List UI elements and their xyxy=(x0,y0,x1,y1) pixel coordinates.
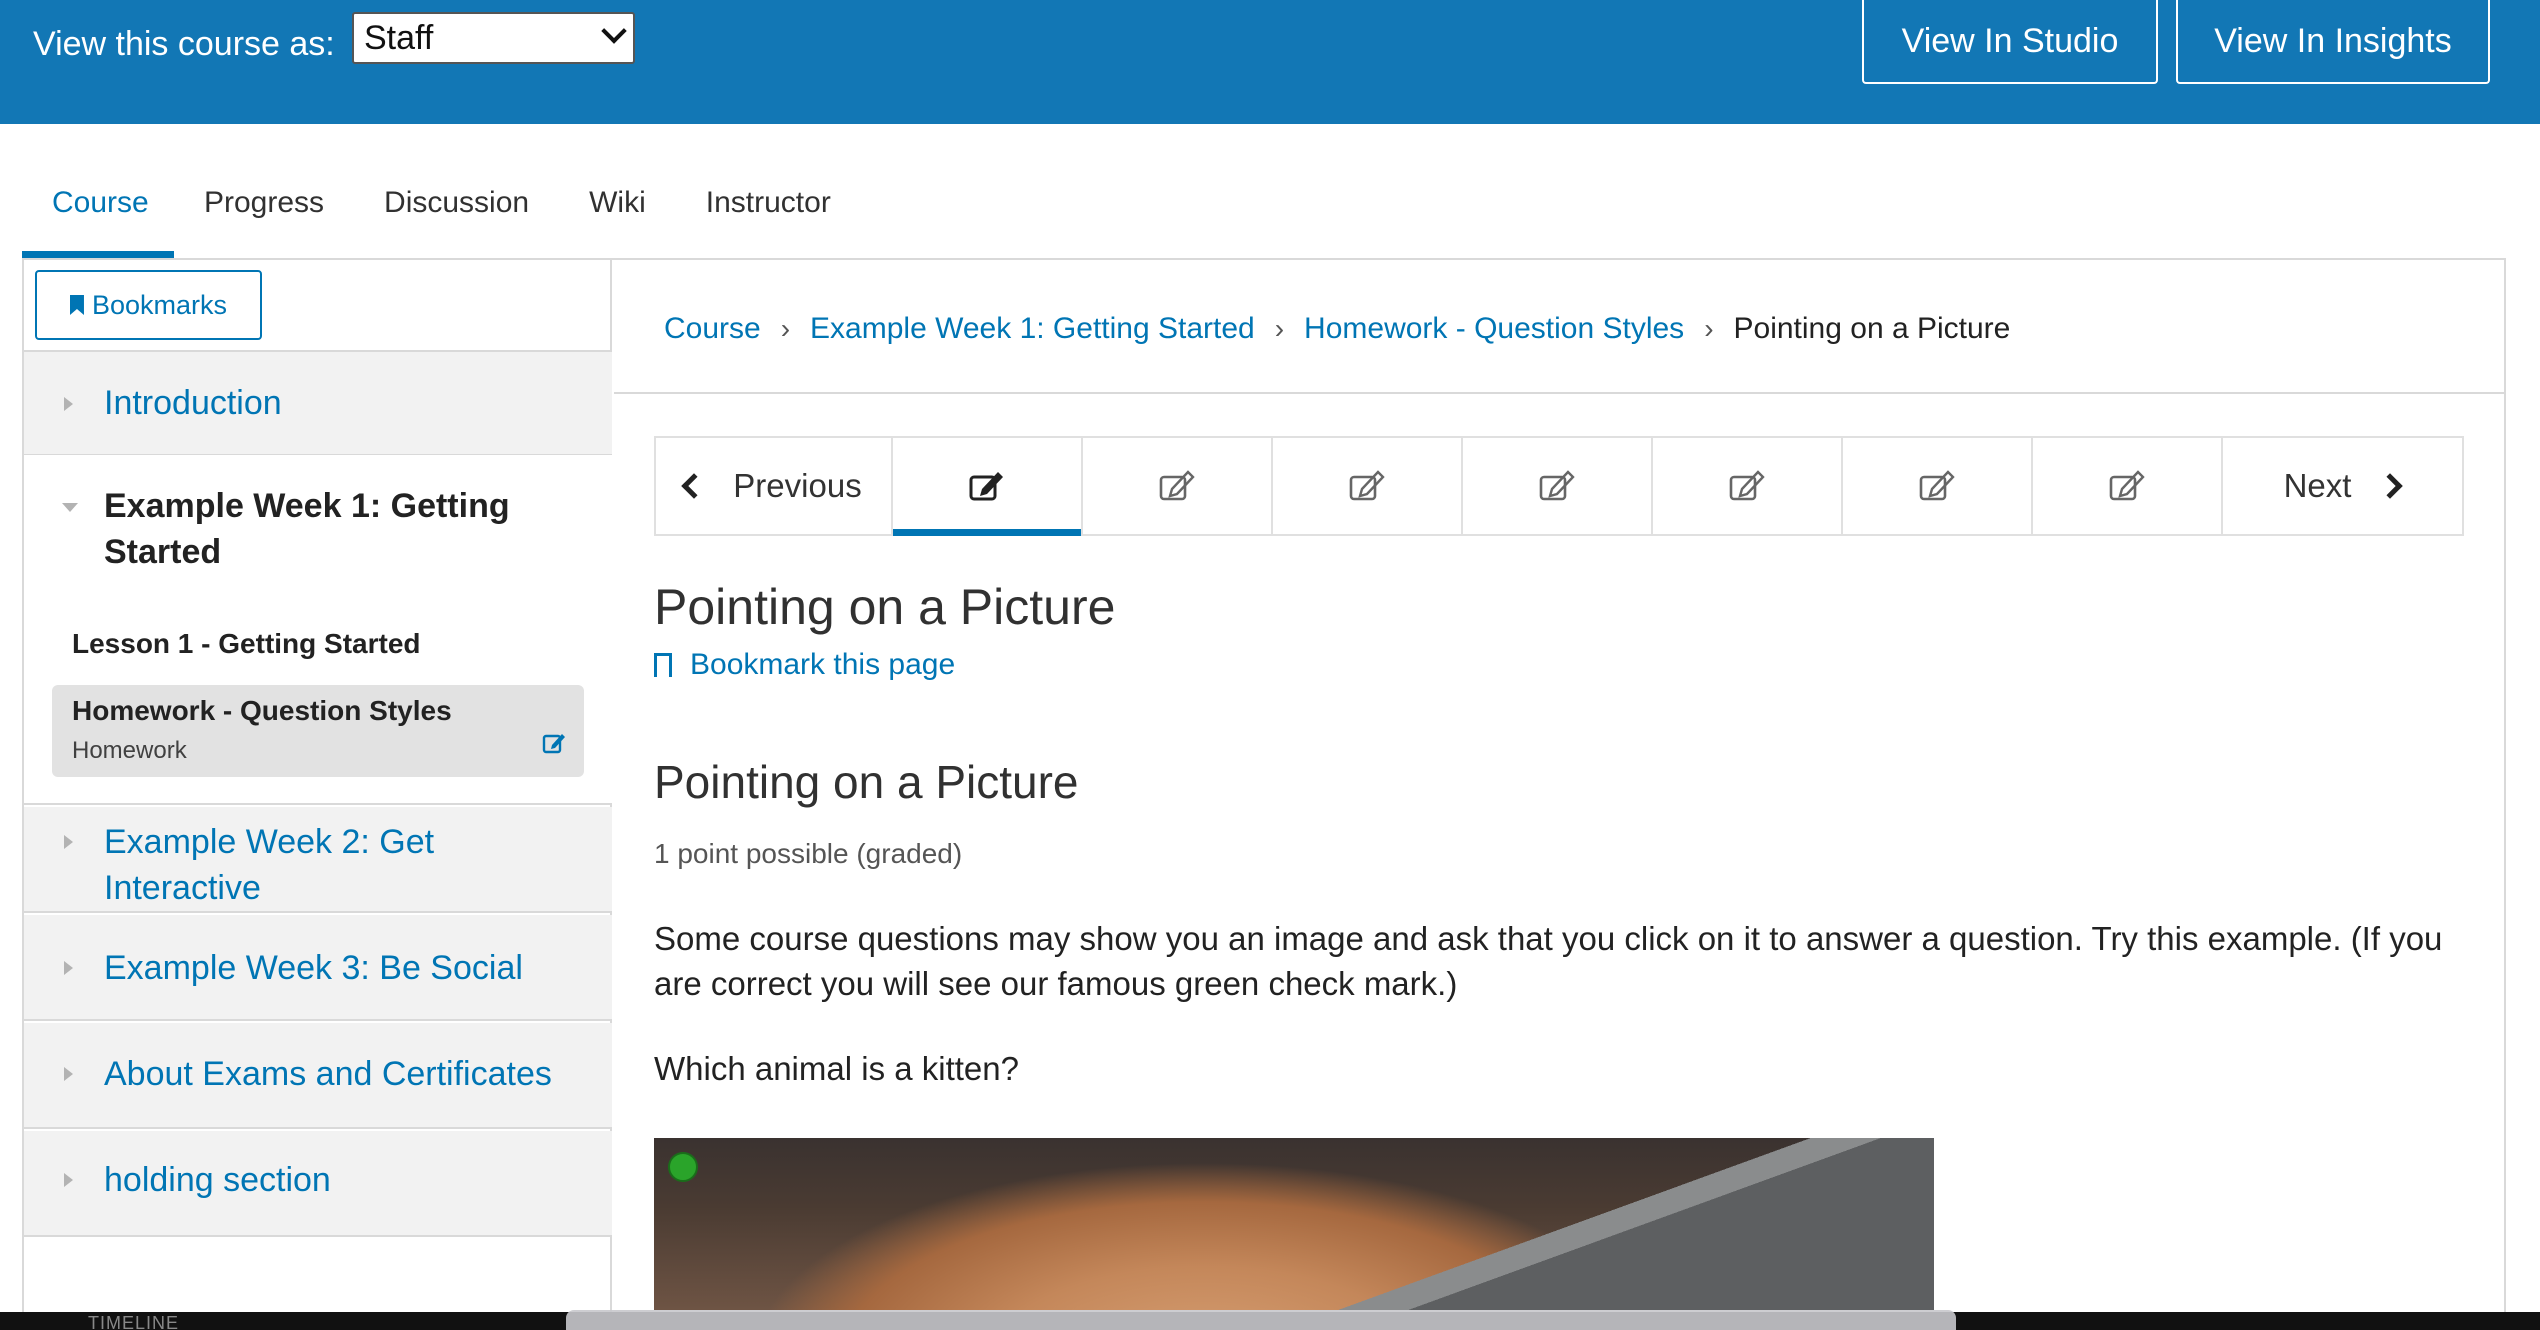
breadcrumb-current: Pointing on a Picture xyxy=(1733,312,2011,345)
sidebar-section-label: Introduction xyxy=(104,384,282,422)
edit-icon xyxy=(2109,470,2145,501)
subsection-name: Homework - Question Styles xyxy=(72,695,452,726)
bookmark-page-label: Bookmark this page xyxy=(690,648,956,681)
chevron-down-icon xyxy=(601,18,627,44)
breadcrumb-section[interactable]: Example Week 1: Getting Started xyxy=(810,312,1255,346)
caret-right-icon xyxy=(64,1067,73,1081)
problem-prompt: Some course questions may show you an im… xyxy=(654,920,2443,1002)
tab-wiki[interactable]: Wiki xyxy=(559,160,676,258)
chevron-left-icon xyxy=(681,473,708,499)
sequence-unit-tab[interactable] xyxy=(1653,438,1843,534)
problem-title: Pointing on a Picture xyxy=(654,756,1079,808)
sequence-unit-tab[interactable] xyxy=(1273,438,1463,534)
chevron-right-icon: › xyxy=(780,313,791,344)
view-in-insights-button[interactable]: View In Insights xyxy=(2176,0,2490,84)
sidebar-section-label[interactable]: Example Week 1: Getting Started xyxy=(104,483,564,575)
tab-instructor[interactable]: Instructor xyxy=(676,160,861,258)
lesson-title[interactable]: Lesson 1 - Getting Started xyxy=(72,628,421,660)
chevron-right-icon xyxy=(2377,473,2404,499)
breadcrumb-course[interactable]: Course xyxy=(664,312,761,346)
bookmarks-button-label: Bookmarks xyxy=(91,289,228,320)
sequence-unit-tab[interactable] xyxy=(1463,438,1653,534)
next-label: Next xyxy=(2283,467,2352,504)
view-in-studio-button[interactable]: View In Studio xyxy=(1862,0,2158,84)
course-tabs: Course Progress Discussion Wiki Instruct… xyxy=(22,160,861,258)
view-as-label: View this course as: xyxy=(33,25,335,63)
next-button[interactable]: Next xyxy=(2223,438,2460,534)
breadcrumb-bar: Course › Example Week 1: Getting Started… xyxy=(614,260,2504,394)
tab-course[interactable]: Course xyxy=(22,160,174,258)
sidebar-section-label: Example Week 2: Get Interactive xyxy=(104,823,435,907)
previous-button[interactable]: Previous xyxy=(656,438,893,534)
app-dock[interactable] xyxy=(566,1310,1956,1330)
problem-points: 1 point possible (graded) xyxy=(654,838,963,869)
sequence-unit-tab[interactable] xyxy=(1843,438,2033,534)
caret-right-icon xyxy=(64,1173,73,1187)
caret-down-icon xyxy=(62,503,78,512)
breadcrumb-subsection[interactable]: Homework - Question Styles xyxy=(1304,312,1684,346)
sidebar-section-label: Example Week 3: Be Social xyxy=(104,949,523,987)
problem-question: Which animal is a kitten? xyxy=(654,1050,1019,1087)
sidebar-section-label: About Exams and Certificates xyxy=(104,1055,552,1093)
sidebar-subsection-homework[interactable]: Homework - Question Styles Homework xyxy=(52,685,584,777)
sidebar-section-label: holding section xyxy=(104,1161,331,1199)
view-as-select[interactable]: Staff xyxy=(352,12,635,64)
bookmarks-button[interactable]: Bookmarks xyxy=(35,270,262,340)
sequence-unit-tab[interactable] xyxy=(893,438,1083,536)
breadcrumb: Course › Example Week 1: Getting Started… xyxy=(664,312,2010,346)
bookmark-icon xyxy=(654,653,672,683)
sidebar-section-exams[interactable]: About Exams and Certificates xyxy=(24,1023,612,1129)
unit-title: Pointing on a Picture xyxy=(654,579,1116,635)
caret-right-icon xyxy=(64,835,73,849)
image-response-picture[interactable] xyxy=(654,1138,1934,1310)
sidebar-section-week-2[interactable]: Example Week 2: Get Interactive xyxy=(24,807,612,913)
edit-icon xyxy=(542,731,568,760)
sequence-unit-tab[interactable] xyxy=(2033,438,2223,534)
bookmark-icon xyxy=(69,295,84,315)
edit-icon xyxy=(1919,470,1955,501)
edit-icon xyxy=(1729,470,1765,501)
chevron-right-icon: › xyxy=(1704,313,1714,344)
edit-icon xyxy=(1159,470,1195,501)
caret-right-icon xyxy=(64,397,73,411)
subsection-type: Homework xyxy=(72,737,187,764)
previous-label: Previous xyxy=(733,467,862,504)
chevron-right-icon: › xyxy=(1274,313,1285,344)
sequence-unit-tab[interactable] xyxy=(1083,438,1273,534)
timeline-label: TIMELINE xyxy=(88,1313,180,1330)
staff-view-bar: View this course as: Staff View In Studi… xyxy=(0,0,2540,124)
sequence-navigation: Previous Next xyxy=(654,436,2464,536)
course-outline-sidebar: Bookmarks Introduction Example Week 1: G… xyxy=(24,260,612,1330)
caret-right-icon xyxy=(64,961,73,975)
edit-icon xyxy=(1539,470,1575,501)
sidebar-section-introduction[interactable]: Introduction xyxy=(24,352,612,456)
bookmark-page-button[interactable]: Bookmark this page xyxy=(654,648,956,683)
sidebar-section-holding[interactable]: holding section xyxy=(24,1131,612,1237)
view-as-selected-value: Staff xyxy=(364,19,434,57)
sidebar-section-week-3[interactable]: Example Week 3: Be Social xyxy=(24,915,612,1021)
tab-discussion[interactable]: Discussion xyxy=(354,160,559,258)
edit-icon xyxy=(1349,470,1385,501)
edit-icon xyxy=(969,472,1003,501)
click-marker xyxy=(668,1152,698,1182)
tab-progress[interactable]: Progress xyxy=(174,160,354,258)
